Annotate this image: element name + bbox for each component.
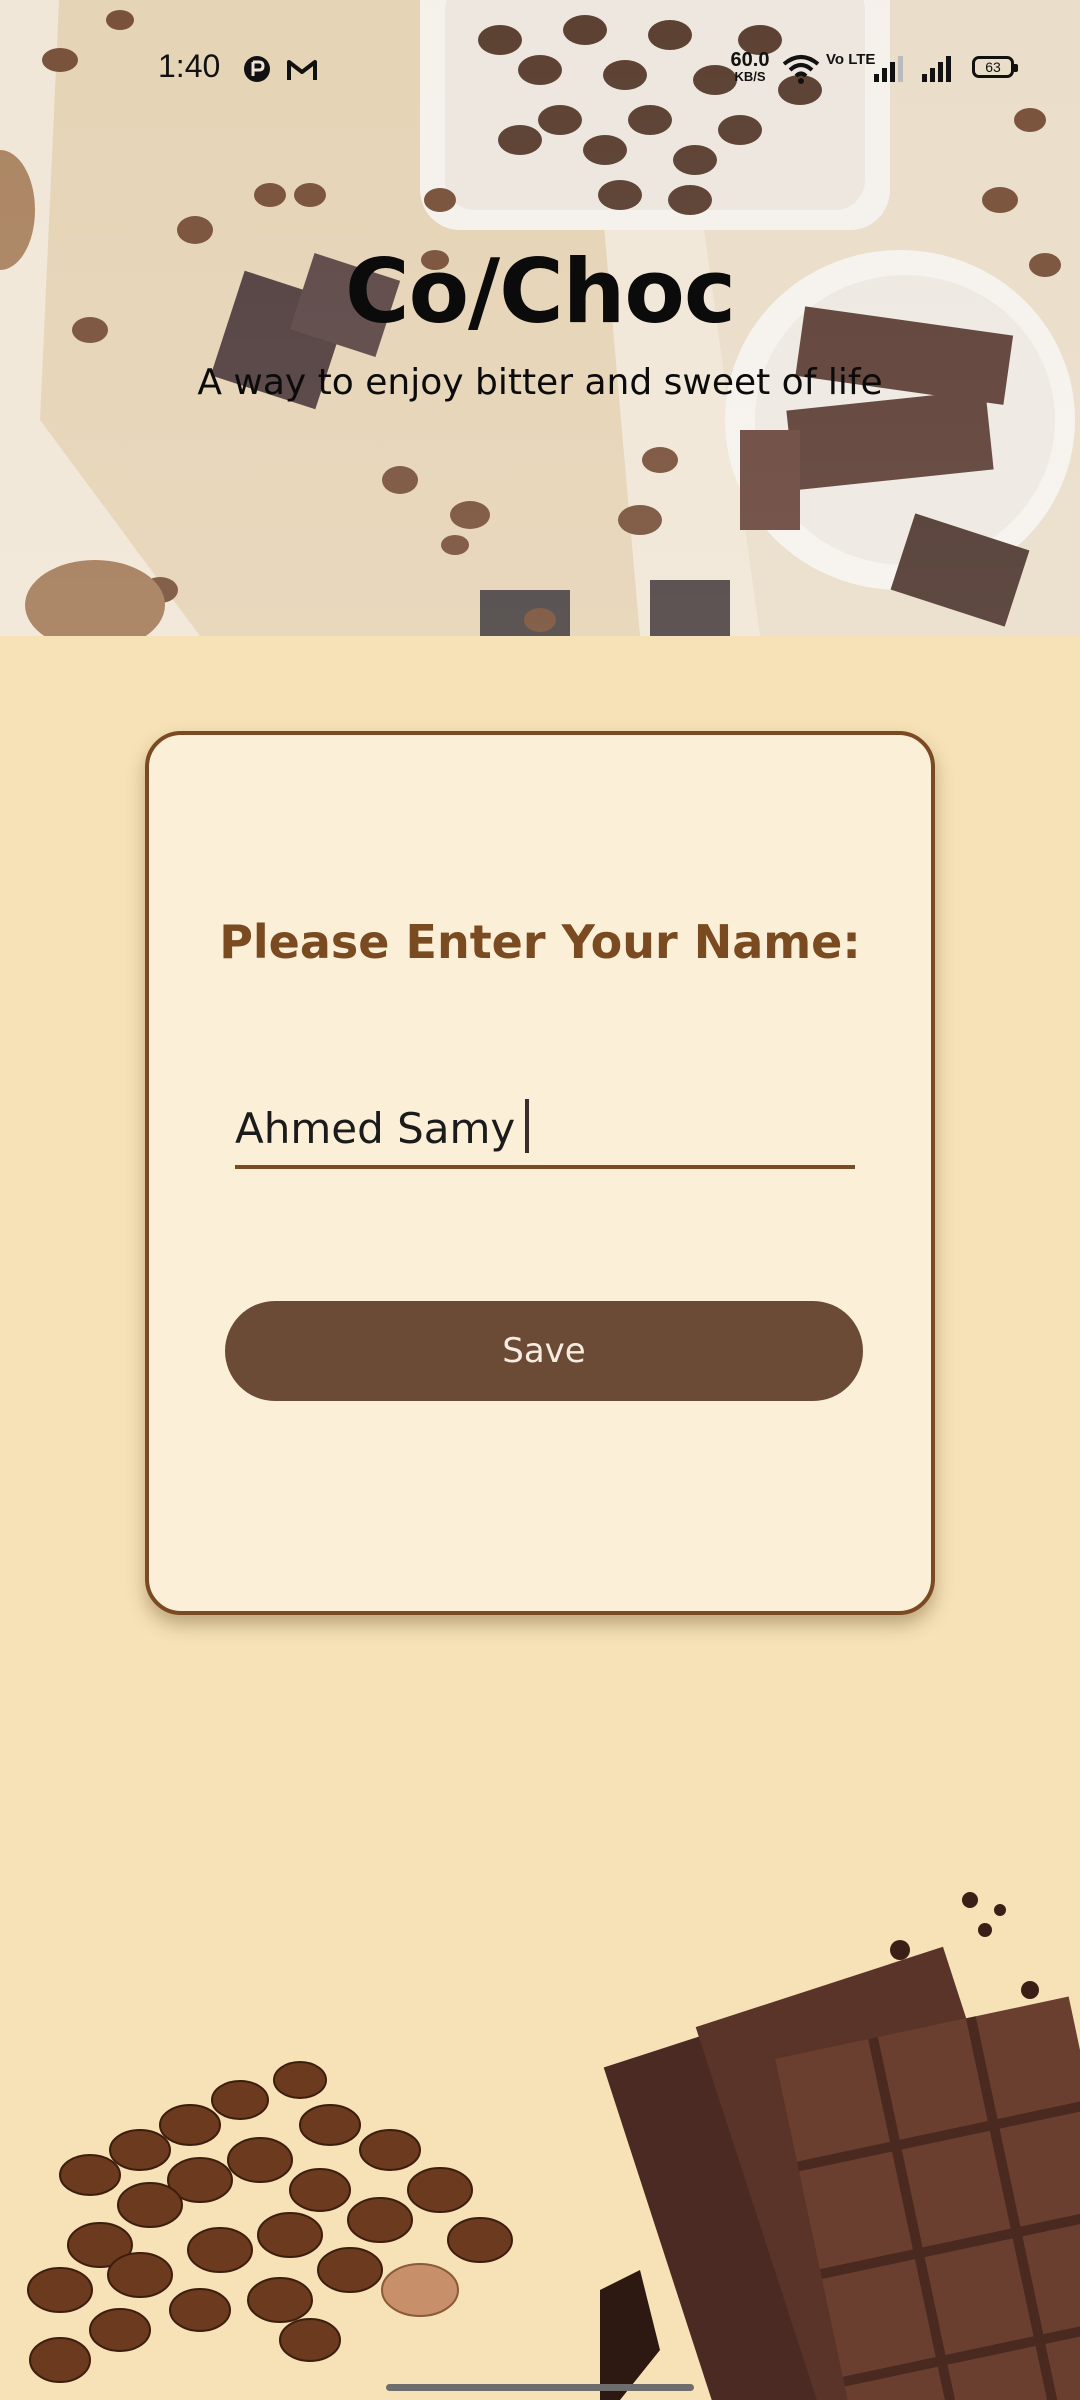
home-indicator[interactable] xyxy=(386,2384,694,2391)
wifi-icon xyxy=(782,55,820,84)
status-bar: 1:40 60.0 KB/S Vo LTE 63 xyxy=(0,0,1080,130)
chocolate-bar-image xyxy=(600,1892,1080,2400)
name-prompt: Please Enter Your Name: xyxy=(219,915,861,969)
name-form-card: Please Enter Your Name: Ahmed Samy Save xyxy=(145,731,935,1615)
name-input-value[interactable]: Ahmed Samy xyxy=(235,1099,530,1153)
coffee-beans-image xyxy=(27,2061,513,2383)
signal-icon xyxy=(874,56,903,82)
network-speed-unit: KB/S xyxy=(734,69,766,84)
battery-icon: 63 xyxy=(972,56,1018,78)
app-tagline: A way to enjoy bitter and sweet of life xyxy=(197,362,883,403)
pinterest-style-icon xyxy=(244,56,270,82)
network-speed-value: 60.0 xyxy=(730,49,770,71)
hero-header: 1:40 60.0 KB/S Vo LTE 63 Co/Choc A way t… xyxy=(0,0,1080,636)
volte-indicator: Vo LTE xyxy=(826,51,876,68)
network-speed: 60.0 KB/S xyxy=(728,50,772,83)
gmail-icon xyxy=(287,60,317,80)
save-button[interactable]: Save xyxy=(225,1301,863,1401)
name-input-text: Ahmed Samy xyxy=(235,1104,516,1153)
text-caret xyxy=(525,1099,530,1153)
name-input[interactable]: Ahmed Samy xyxy=(235,1085,855,1169)
signal-icon-2 xyxy=(922,56,951,82)
status-time: 1:40 xyxy=(158,48,221,84)
app-title: Co/Choc xyxy=(344,240,736,343)
